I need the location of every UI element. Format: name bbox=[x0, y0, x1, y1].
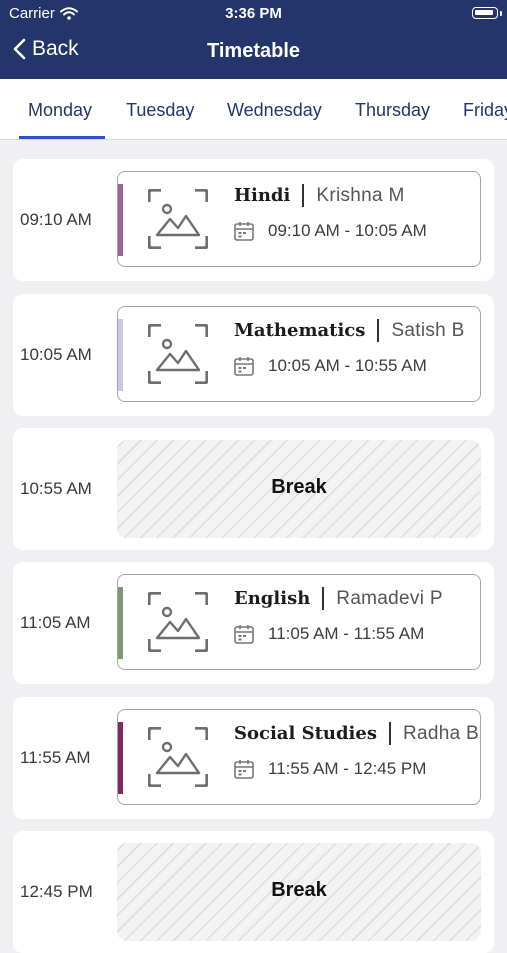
tab-tuesday[interactable]: Tuesday bbox=[126, 100, 194, 121]
period-card: 09:10 AM Hindi Krishna M 09:10 AM - 10:05 A… bbox=[13, 159, 494, 281]
break-label: Break bbox=[271, 879, 327, 901]
period-card: 11:05 AM English Ramadevi P 11:05 AM - 11:5… bbox=[13, 562, 494, 684]
teacher-name: Radha B bbox=[402, 722, 480, 744]
period-start-time: 11:05 AM bbox=[20, 613, 91, 632]
tab-wednesday[interactable]: Wednesday bbox=[227, 100, 322, 121]
time-range-row: 11:55 AM - 12:45 PM bbox=[234, 759, 426, 779]
lesson-box[interactable]: English Ramadevi P 11:05 AM - 11:55 AM bbox=[117, 574, 481, 670]
break-block: Break bbox=[117, 843, 481, 941]
teacher-name: Satish B bbox=[391, 319, 465, 341]
subject-color-bar bbox=[118, 184, 123, 256]
subject-row: Hindi Krishna M bbox=[234, 184, 405, 207]
lesson-box[interactable]: Social Studies Radha B 11:55 AM - 12:45 PM bbox=[117, 709, 481, 805]
active-tab-indicator bbox=[19, 136, 105, 139]
break-card: 10:55 AM Break bbox=[13, 428, 494, 550]
subject-name: Social Studies bbox=[234, 723, 377, 744]
nav-row: Back Timetable bbox=[0, 37, 507, 69]
time-range-row: 09:10 AM - 10:05 AM bbox=[234, 221, 427, 241]
subject-name: English bbox=[234, 588, 311, 609]
break-label: Break bbox=[271, 476, 327, 498]
time-range: 10:05 AM - 10:55 AM bbox=[268, 356, 427, 375]
period-start-time: 11:55 AM bbox=[20, 748, 91, 767]
subject-color-bar bbox=[118, 319, 123, 391]
time-range-row: 10:05 AM - 10:55 AM bbox=[234, 356, 427, 376]
time-range: 11:55 AM - 12:45 PM bbox=[268, 759, 427, 778]
separator bbox=[322, 587, 325, 610]
time-range-row: 11:05 AM - 11:55 AM bbox=[234, 624, 424, 644]
calendar-icon bbox=[234, 221, 254, 241]
period-start-time: 10:55 AM bbox=[20, 479, 92, 498]
break-block: Break bbox=[117, 440, 481, 538]
teacher-name: Ramadevi P bbox=[336, 587, 443, 609]
time-range: 11:05 AM - 11:55 AM bbox=[268, 624, 425, 643]
calendar-icon bbox=[234, 759, 254, 779]
separator bbox=[388, 722, 391, 745]
tab-thursday[interactable]: Thursday bbox=[355, 100, 430, 121]
separator bbox=[302, 184, 305, 207]
battery-icon bbox=[472, 7, 498, 19]
break-card: 12:45 PM Break bbox=[13, 831, 494, 953]
subject-color-bar bbox=[118, 587, 123, 659]
subject-row: Mathematics Satish B bbox=[234, 319, 465, 342]
period-start-time: 12:45 PM bbox=[20, 882, 93, 901]
subject-name: Mathematics bbox=[234, 320, 366, 341]
subject-row: English Ramadevi P bbox=[234, 587, 443, 610]
image-placeholder-icon bbox=[148, 324, 208, 384]
time-range: 09:10 AM - 10:05 AM bbox=[268, 221, 427, 240]
image-placeholder-icon bbox=[148, 592, 208, 652]
teacher-name: Krishna M bbox=[316, 184, 405, 206]
battery-tip bbox=[500, 11, 502, 16]
calendar-icon bbox=[234, 356, 254, 376]
tab-friday[interactable]: Friday bbox=[463, 100, 507, 121]
status-bar: Carrier 3:36 PM bbox=[0, 0, 507, 28]
period-card: 10:05 AM Mathematics Satish B 10:05 AM - 10… bbox=[13, 294, 494, 416]
period-start-time: 09:10 AM bbox=[20, 210, 92, 229]
separator bbox=[377, 319, 380, 342]
day-tabs: Monday Tuesday Wednesday Thursday Friday bbox=[0, 79, 507, 140]
image-placeholder-icon bbox=[148, 727, 208, 787]
subject-color-bar bbox=[118, 722, 123, 794]
subject-row: Social Studies Radha B bbox=[234, 722, 479, 745]
subject-name: Hindi bbox=[234, 185, 291, 206]
tab-monday[interactable]: Monday bbox=[28, 100, 92, 121]
lesson-box[interactable]: Mathematics Satish B 10:05 AM - 10:55 AM bbox=[117, 306, 481, 402]
period-start-time: 10:05 AM bbox=[20, 345, 92, 364]
navigation-header: Carrier 3:36 PM Back Timetable bbox=[0, 0, 507, 79]
image-placeholder-icon bbox=[148, 189, 208, 249]
lesson-box[interactable]: Hindi Krishna M 09:10 AM - 10:05 AM bbox=[117, 171, 481, 267]
period-card: 11:55 AM Social Studies Radha B 11:55 AM - … bbox=[13, 697, 494, 819]
calendar-icon bbox=[234, 624, 254, 644]
page-title: Timetable bbox=[207, 40, 300, 62]
status-time: 3:36 PM bbox=[225, 5, 282, 22]
